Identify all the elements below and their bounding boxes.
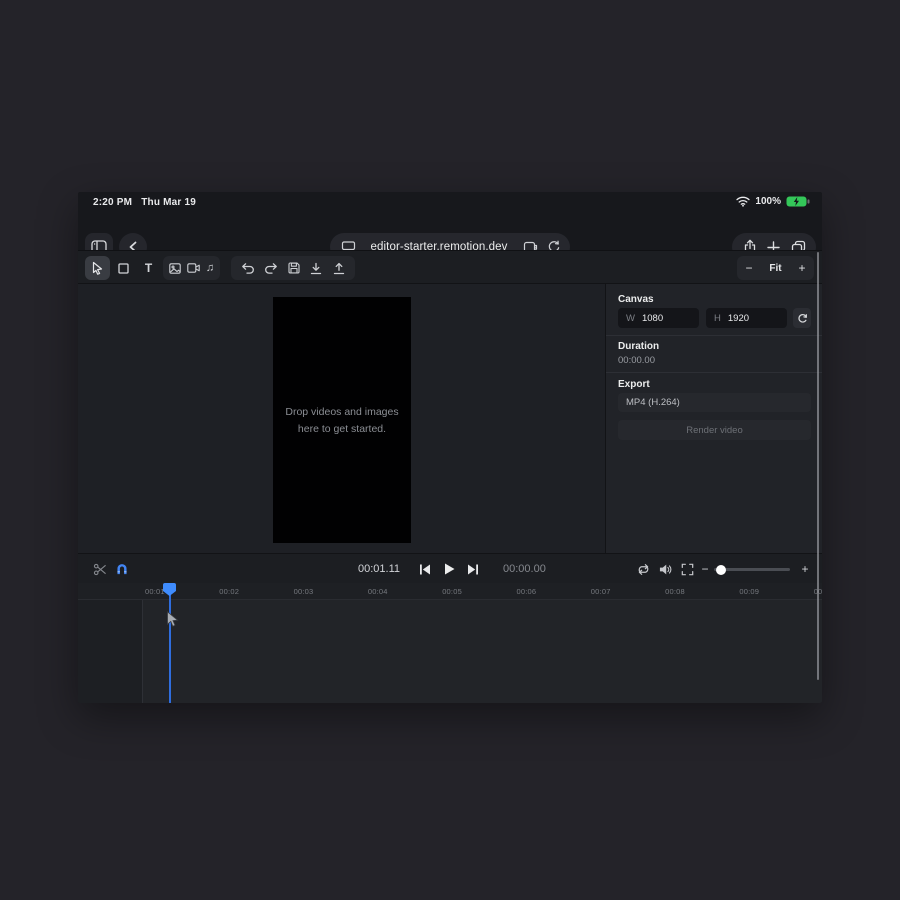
skip-to-end-button[interactable] bbox=[464, 554, 482, 584]
clock-date: Thu Mar 19 bbox=[141, 197, 196, 208]
select-tool-button[interactable] bbox=[85, 256, 110, 280]
canvas-zoom-controls: − Fit + bbox=[737, 256, 814, 280]
undo-button[interactable] bbox=[241, 262, 254, 274]
export-format-select[interactable]: MP4 (H.264) bbox=[618, 393, 811, 412]
ruler-tick: 00:08 bbox=[665, 587, 685, 596]
ruler-tick: 00:05 bbox=[442, 587, 462, 596]
duration-section-title: Duration bbox=[618, 341, 659, 352]
duration-value: 00:00.00 bbox=[618, 355, 655, 366]
add-video-button[interactable] bbox=[187, 263, 200, 273]
inspector-panel: Canvas W 1080 H 1920 Duration 00:00.00 E… bbox=[605, 283, 822, 553]
add-audio-button[interactable]: ♫ bbox=[206, 262, 214, 274]
ruler-tick: 00:01 bbox=[145, 587, 165, 596]
height-value: 1920 bbox=[728, 313, 749, 324]
ruler-tick: 00:02 bbox=[219, 587, 239, 596]
ruler-tick: 00:06 bbox=[517, 587, 537, 596]
ruler-tick: 00:09 bbox=[739, 587, 759, 596]
canvas-section-title: Canvas bbox=[618, 294, 654, 305]
fit-button[interactable]: Fit bbox=[769, 263, 781, 274]
width-value: 1080 bbox=[642, 313, 663, 324]
fullscreen-button[interactable] bbox=[678, 554, 696, 584]
save-button[interactable] bbox=[288, 262, 300, 274]
canvas-width-input[interactable]: W 1080 bbox=[618, 308, 699, 328]
download-button[interactable] bbox=[310, 262, 322, 275]
ruler-tick: 00:03 bbox=[294, 587, 314, 596]
render-video-label: Render video bbox=[686, 425, 743, 436]
ruler-tick: 00:07 bbox=[591, 587, 611, 596]
timeline-ruler[interactable]: 00:01 00:02 00:03 00:04 00:05 00:06 00:07 00:08… bbox=[78, 583, 822, 600]
drop-placeholder-line2: here to get started. bbox=[298, 423, 386, 435]
total-duration: 00:00.00 bbox=[503, 554, 546, 584]
ipad-browser-window: 2:20 PM Thu Mar 19 100% bbox=[78, 192, 822, 703]
canvas-zoom-out-button[interactable]: − bbox=[737, 261, 761, 275]
render-video-button[interactable]: Render video bbox=[618, 420, 811, 440]
width-label: W bbox=[626, 313, 635, 324]
volume-button[interactable] bbox=[656, 554, 674, 584]
loop-toggle[interactable] bbox=[634, 554, 652, 584]
browser-toolbar: editor-starter.remotion.dev bbox=[78, 212, 822, 250]
text-tool-button[interactable]: T bbox=[136, 256, 161, 280]
canvas-zoom-in-button[interactable]: + bbox=[790, 261, 814, 275]
timeline-zoom-out-button[interactable]: − bbox=[696, 554, 714, 584]
playhead-line[interactable] bbox=[169, 583, 171, 703]
rectangle-tool-button[interactable] bbox=[111, 256, 136, 280]
editor-toolbar: T ♫ bbox=[78, 250, 822, 283]
clock-time: 2:20 PM bbox=[93, 197, 132, 208]
history-tool-group bbox=[231, 256, 355, 280]
playback-bar: 00:01.11 00:00.00 bbox=[78, 553, 822, 583]
status-bar: 2:20 PM Thu Mar 19 100% bbox=[78, 192, 822, 214]
upload-button[interactable] bbox=[333, 262, 345, 275]
track-header-column bbox=[78, 583, 143, 703]
export-section-title: Export bbox=[618, 379, 650, 390]
ruler-tick: 00:04 bbox=[368, 587, 388, 596]
snapping-magnet-toggle[interactable] bbox=[113, 554, 131, 584]
redo-button[interactable] bbox=[265, 262, 278, 274]
canvas-height-input[interactable]: H 1920 bbox=[706, 308, 787, 328]
preview-viewport: Drop videos and images here to get start… bbox=[78, 283, 605, 553]
timeline-zoom-slider[interactable] bbox=[714, 568, 790, 571]
preview-canvas[interactable]: Drop videos and images here to get start… bbox=[273, 297, 411, 543]
drop-placeholder-line1: Drop videos and images bbox=[285, 406, 398, 418]
play-button[interactable] bbox=[440, 554, 458, 584]
timeline-zoom-slider-knob[interactable] bbox=[716, 565, 726, 575]
skip-to-start-button[interactable] bbox=[416, 554, 434, 584]
media-tool-group: ♫ bbox=[163, 256, 220, 280]
battery-charging-icon bbox=[786, 196, 808, 207]
timeline-zoom-in-button[interactable]: + bbox=[796, 554, 814, 584]
split-scissors-button[interactable] bbox=[91, 554, 109, 584]
wifi-icon bbox=[736, 196, 750, 207]
height-label: H bbox=[714, 313, 721, 324]
text-tool-label: T bbox=[145, 261, 152, 275]
swap-dimensions-button[interactable] bbox=[793, 308, 811, 328]
mouse-pointer-icon bbox=[166, 611, 179, 628]
add-image-button[interactable] bbox=[169, 263, 181, 274]
battery-percent: 100% bbox=[755, 196, 781, 207]
export-format-value: MP4 (H.264) bbox=[626, 397, 680, 408]
vertical-scrollbar[interactable] bbox=[817, 252, 819, 680]
editor-content: Drop videos and images here to get start… bbox=[78, 283, 822, 553]
playhead-time: 00:01.11 bbox=[354, 554, 400, 584]
timeline[interactable]: 00:01 00:02 00:03 00:04 00:05 00:06 00:07 00:08… bbox=[78, 583, 822, 703]
